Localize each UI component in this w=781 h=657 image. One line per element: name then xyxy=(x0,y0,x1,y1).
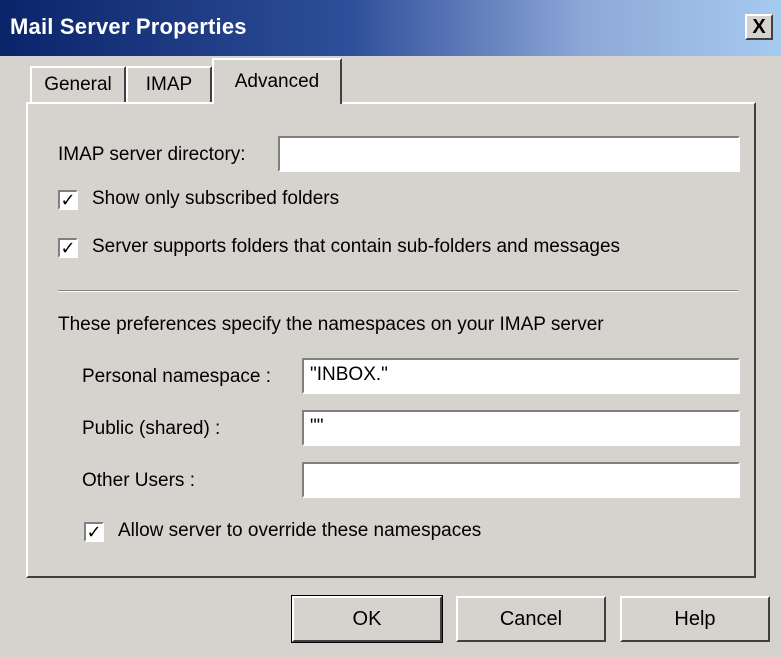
other-users-input[interactable] xyxy=(302,462,740,498)
allow-override-label[interactable]: Allow server to override these namespace… xyxy=(118,520,481,542)
personal-namespace-input[interactable]: "INBOX." xyxy=(302,358,740,394)
show-subscribed-checkbox[interactable]: ✓ xyxy=(58,190,78,210)
personal-namespace-label: Personal namespace : xyxy=(82,366,272,387)
checkmark-icon: ✓ xyxy=(86,522,102,542)
public-shared-label: Public (shared) : xyxy=(82,418,221,439)
supports-subfolders-checkbox[interactable]: ✓ xyxy=(58,238,78,258)
other-users-label: Other Users : xyxy=(82,470,195,491)
checkmark-icon: ✓ xyxy=(60,238,76,258)
checkmark-icon: ✓ xyxy=(60,190,76,210)
imap-server-directory-input[interactable] xyxy=(278,136,740,172)
divider xyxy=(58,290,738,292)
namespace-intro-text: These preferences specify the namespaces… xyxy=(58,314,604,335)
supports-subfolders-label[interactable]: Server supports folders that contain sub… xyxy=(92,236,620,258)
allow-override-checkbox[interactable]: ✓ xyxy=(84,522,104,542)
show-subscribed-label[interactable]: Show only subscribed folders xyxy=(92,188,339,210)
public-shared-input[interactable]: "" xyxy=(302,410,740,446)
imap-server-directory-label: IMAP server directory: xyxy=(58,144,246,165)
